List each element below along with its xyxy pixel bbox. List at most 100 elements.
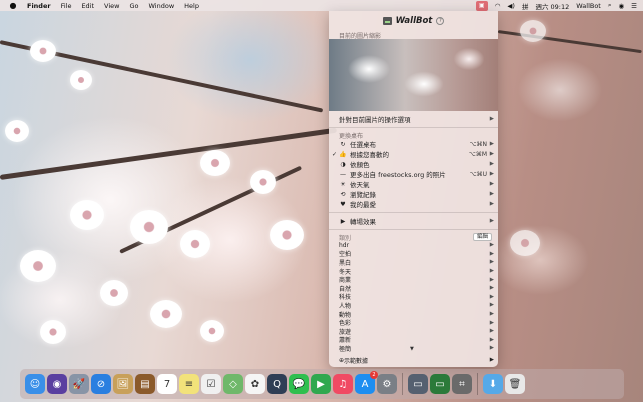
submenu-arrow-icon: ▶	[489, 250, 494, 257]
dock-messages-icon[interactable]: 💬	[289, 374, 309, 394]
change-item[interactable]: ↻ 任選桌布 ⌥⌘N ▶	[329, 139, 498, 150]
current-wallpaper-preview[interactable]	[329, 39, 498, 111]
shortcut-label: ⌥⌘N	[469, 140, 487, 148]
scroll-down-icon[interactable]: ▼	[410, 346, 414, 352]
more-item[interactable]: ⊕ 示範數據 ▶	[329, 353, 498, 367]
category-item[interactable]: 人物 ▶	[329, 301, 498, 310]
category-item[interactable]: 自然 ▶	[329, 284, 498, 293]
category-item[interactable]: hdr ▶	[329, 241, 498, 250]
dock-monitor-icon[interactable]: ▭	[430, 374, 450, 394]
dock-image-capture-icon[interactable]: ▭	[408, 374, 428, 394]
shortcut-label: ⌥⌘U	[469, 170, 487, 178]
menu-app-name[interactable]: Finder	[27, 2, 51, 10]
dock-notes-icon[interactable]: ≡	[179, 374, 199, 394]
change-wallpaper-list: ↻ 任選桌布 ⌥⌘N ▶ ✓ 👍 根據您喜歡的 ⌥⌘M ▶ ◑ 依顏色 ▶ — 更多出自 freestoc…	[329, 139, 498, 210]
change-item[interactable]: — 更多出自 freestocks.org 的照片 ⌥⌘U ▶	[329, 169, 498, 180]
submenu-arrow-icon: ▶	[489, 259, 494, 266]
item-icon: ♥	[340, 200, 346, 208]
submenu-arrow-icon: ▶	[489, 336, 494, 343]
change-item-label: 瀏覽紀錄	[350, 191, 376, 199]
edit-categories-button[interactable]: 編輯	[472, 233, 492, 241]
category-item[interactable]: 冬天 ▶	[329, 267, 498, 276]
wallpaper-blossom	[250, 170, 276, 194]
dock-music-icon[interactable]: ♫	[333, 374, 353, 394]
submenu-arrow-icon: ▶	[489, 161, 494, 167]
dock-calendar-icon[interactable]: 7	[157, 374, 177, 394]
dock-app-store-icon[interactable]: A2	[355, 371, 378, 394]
wallpaper-blossom	[70, 200, 104, 230]
dock-launchpad-icon[interactable]: 🚀	[69, 374, 89, 394]
submenu-arrow-icon: ▶	[489, 357, 494, 363]
user-label[interactable]: WallBot	[576, 2, 601, 10]
wallpaper-blossom	[70, 70, 92, 90]
dock-facetime-icon[interactable]: ▶	[311, 374, 331, 394]
dock-siri-icon[interactable]: ◉	[47, 374, 67, 394]
menu-window[interactable]: Window	[149, 2, 175, 10]
dock-photos-icon[interactable]: ✿	[245, 374, 265, 394]
wallpaper-blossom	[270, 220, 304, 250]
wallpaper-blossom	[30, 40, 56, 62]
dock-finder-icon[interactable]: ☺	[25, 374, 45, 394]
dock-photo-slideshow-icon[interactable]: 🖼	[113, 374, 133, 394]
menu-file[interactable]: File	[61, 2, 72, 10]
volume-icon[interactable]: ◀)	[507, 2, 515, 10]
dock-notebook-icon[interactable]: ▤	[135, 374, 155, 394]
menu-edit[interactable]: Edit	[81, 2, 94, 10]
submenu-arrow-icon: ▶	[489, 181, 494, 187]
categories-header: 類別 編輯	[329, 233, 498, 242]
change-item[interactable]: ◑ 依顏色 ▶	[329, 159, 498, 170]
category-item[interactable]: 色彩 ▶	[329, 318, 498, 328]
notification-center-icon[interactable]: ☰	[631, 2, 637, 10]
play-icon: ▶	[340, 217, 346, 225]
category-item[interactable]: 空拍 ▶	[329, 250, 498, 259]
category-item[interactable]: 黑白 ▶	[329, 258, 498, 267]
change-item[interactable]: ⟲ 瀏覽紀錄 ▶	[329, 189, 498, 200]
dock-safari-icon[interactable]: ⊘	[91, 374, 111, 394]
submenu-arrow-icon: ▶	[489, 116, 494, 122]
spotlight-icon[interactable]: ⌕	[608, 1, 612, 10]
change-item[interactable]: ♥ 我的最愛 ▶	[329, 199, 498, 210]
wallpaper-blossom	[200, 320, 224, 342]
category-list: hdr ▶ 空拍 ▶ 黑白 ▶ 冬天 ▶ 商業 ▶ 自然 ▶ 科技 ▶ 人物 ▶ 動物 ▶ 色彩 ▶ 旅遊 ▶ 蕭新 ▶ 極簡 ▶	[329, 241, 498, 353]
dock-system-preferences-icon[interactable]: ⚙	[377, 374, 397, 394]
submenu-arrow-icon: ▶	[489, 191, 494, 197]
submenu-arrow-icon: ▶	[489, 151, 494, 157]
transition-item[interactable]: ▶ 轉場效果 ▶	[329, 216, 498, 227]
wallbot-status-icon[interactable]: ▣	[475, 0, 488, 11]
category-item[interactable]: 旅遊 ▶	[329, 327, 498, 336]
help-icon[interactable]: ?	[436, 17, 445, 25]
category-item[interactable]: 商業 ▶	[329, 275, 498, 285]
dock-quicktime-icon[interactable]: Q	[267, 374, 287, 394]
current-caption: 目前的圖片縮影	[339, 33, 382, 40]
menu-view[interactable]: View	[104, 2, 119, 10]
current-options-label: 針對目前圖片的操作選項	[339, 116, 411, 124]
change-item-label: 我的最愛	[350, 201, 376, 209]
change-item[interactable]: ✓ 👍 根據您喜歡的 ⌥⌘M ▶	[329, 149, 498, 160]
menu-help[interactable]: Help	[184, 2, 199, 10]
dock-scanner-icon[interactable]: ⌗	[452, 374, 472, 394]
submenu-arrow-icon: ▶	[489, 293, 494, 300]
change-item-label: 更多出自 freestocks.org 的照片	[350, 171, 446, 179]
dock-downloads-folder-icon[interactable]: ⬇	[483, 374, 503, 394]
wallpaper-blossom	[40, 320, 66, 344]
dock-maps-icon[interactable]: ◇	[223, 374, 243, 394]
submenu-arrow-icon: ▶	[489, 311, 494, 318]
category-item[interactable]: 科技 ▶	[329, 293, 498, 302]
item-icon: ↻	[340, 140, 346, 148]
item-icon: ☀	[340, 180, 346, 188]
submenu-arrow-icon: ▶	[489, 218, 494, 224]
category-item[interactable]: 動物 ▶	[329, 310, 498, 319]
dock-reminders-icon[interactable]: ☑	[201, 374, 221, 394]
siri-icon[interactable]: ◉	[619, 2, 625, 10]
menu-go[interactable]: Go	[129, 2, 138, 10]
dock-trash-icon[interactable]: 🗑	[505, 374, 525, 394]
wifi-icon[interactable]: ◠	[495, 2, 501, 10]
wallpaper-blossom	[20, 250, 56, 282]
input-source-icon[interactable]: 拼	[522, 1, 529, 11]
current-options-item[interactable]: 針對目前圖片的操作選項 ▶	[329, 114, 498, 124]
category-item[interactable]: 蕭新 ▶	[329, 336, 498, 345]
change-item[interactable]: ☀ 依天氣 ▶	[329, 179, 498, 190]
clock[interactable]: 週六 09:12	[535, 1, 569, 11]
submenu-arrow-icon: ▶	[489, 201, 494, 207]
apple-menu-icon[interactable]: ●	[9, 1, 17, 10]
